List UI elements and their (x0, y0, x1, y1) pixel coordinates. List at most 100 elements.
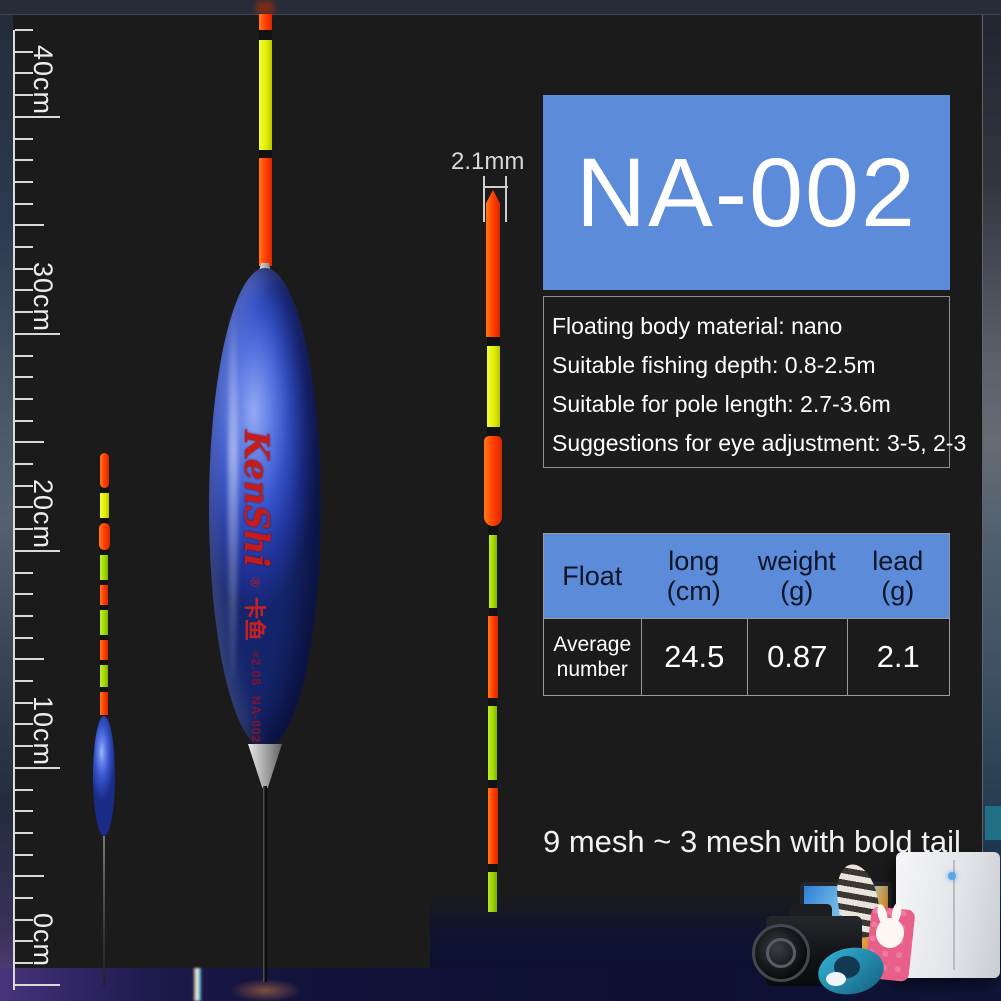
small-float-stem (103, 836, 105, 986)
col-header-weight: weight (g) (747, 534, 847, 618)
ruler-label-30cm: 30cm (27, 262, 58, 332)
col-header-unit: (cm) (667, 576, 721, 606)
tail-detail-segment (486, 190, 500, 337)
product-image-canvas: 40cm 30cm 20cm 10cm 0cm KenSh (0, 0, 1001, 1001)
tail-detail-band (488, 864, 497, 872)
long-value-cell: 24.5 (641, 619, 747, 695)
lead-value-cell: 2.1 (847, 619, 950, 695)
row-label: number (557, 657, 628, 682)
ruler-label-10cm: 10cm (27, 696, 58, 766)
body-model-mark: NA-002 (249, 696, 263, 743)
main-float-tail-band (259, 30, 272, 40)
tail-detail-band (488, 698, 497, 706)
model-title-box: NA-002 (543, 95, 950, 290)
ruler-tick-minor (15, 420, 33, 422)
main-float-tail-segment (259, 40, 272, 150)
body-size-mark: ≈2.08 (249, 651, 263, 686)
small-float-tail-segment (100, 640, 108, 660)
small-float-tail-segment (100, 493, 109, 518)
tail-detail-band (487, 427, 500, 436)
spec-table: Float long (cm) weight (g) lead (g) Aver… (543, 533, 950, 696)
col-header-long: long (cm) (641, 534, 747, 618)
ruler-tick-minor (15, 810, 33, 812)
ruler-tick-minor (15, 181, 33, 183)
small-float-body (93, 716, 115, 836)
ruler-tick-minor (15, 29, 33, 31)
ruler-tick-minor (15, 593, 33, 595)
ruler-tick-medium (15, 875, 44, 877)
row-label-cell: Average number (544, 619, 641, 695)
teal-accent (985, 806, 1001, 840)
small-float-tail-segment (100, 610, 108, 635)
ruler-label-0cm: 0cm (27, 913, 58, 967)
small-float-tail-segment (100, 453, 109, 488)
camera-lens-ring (766, 938, 796, 968)
col-header-unit: (g) (780, 576, 813, 606)
spec-line: Floating body material: nano (552, 307, 949, 346)
table-row: Average number 24.5 0.87 2.1 (544, 618, 949, 695)
tail-detail-segment (487, 346, 500, 427)
col-header-float: Float (544, 534, 641, 618)
tail-detail-segment (488, 616, 498, 698)
mesh-note: 9 mesh ~ 3 mesh with bold tail (543, 824, 959, 860)
ruler-tick-medium (15, 441, 44, 443)
model-title: NA-002 (576, 137, 917, 249)
tail-detail-band (488, 526, 498, 535)
main-float-tail-band (259, 150, 272, 158)
console-power-light (948, 872, 956, 880)
lead-value: 2.1 (877, 639, 920, 675)
ruler-label-40cm: 40cm (27, 45, 58, 115)
brand-logo-text: KenShi (236, 430, 276, 567)
spec-line: Suggestions for eye adjustment: 3-5, 2-3 (552, 424, 949, 463)
col-header-label: Float (562, 561, 622, 591)
tail-detail-band (488, 780, 497, 788)
ruler-tick-minor (15, 398, 33, 400)
ruler-tick-minor (15, 376, 33, 378)
top-band (0, 0, 1001, 15)
ruler-tick-minor (15, 854, 33, 856)
ruler-tick-minor (15, 789, 33, 791)
spec-panel: Floating body material: nano Suitable fi… (543, 296, 950, 468)
tail-detail-segment (488, 706, 497, 780)
ruler-tick-major (15, 550, 60, 552)
small-float-tail-segment (99, 523, 110, 550)
small-float-tail-segment (100, 692, 108, 715)
col-header-label: lead (872, 546, 923, 576)
ruler-tick-major (15, 767, 60, 769)
mouse-toy-cheek (826, 972, 846, 986)
right-photo-sliver (982, 0, 1001, 1001)
spec-line: Suitable fishing depth: 0.8-2.5m (552, 346, 949, 385)
spec-line: Suitable for pole length: 2.7-3.6m (552, 385, 949, 424)
col-header-label: long (668, 546, 719, 576)
ruler-tick-minor (15, 572, 33, 574)
small-float-tail-segment (100, 555, 108, 580)
main-float-tail-segment (259, 158, 272, 266)
col-header-lead: lead (g) (847, 534, 950, 618)
ruler-tick-minor (15, 203, 33, 205)
tail-glow (256, 1, 274, 14)
caliper-right-mark (505, 176, 507, 222)
small-float-tail-segment (100, 585, 108, 605)
tip-diameter-label: 2.1mm (451, 148, 524, 176)
main-float-stem (263, 786, 267, 982)
ruler-tick-minor (15, 832, 33, 834)
spec-table-header: Float long (cm) weight (g) lead (g) (544, 534, 949, 618)
caliper-left-mark (483, 176, 485, 222)
ruler-tick-major (15, 333, 60, 335)
ruler-tick-major (15, 116, 60, 118)
ruler-tick-medium (15, 658, 44, 660)
main-float-bottom-cone (248, 744, 282, 788)
weight-value-cell: 0.87 (747, 619, 847, 695)
long-value: 24.5 (664, 639, 724, 675)
tail-detail-band (489, 608, 497, 616)
ruler-tick-minor (15, 680, 33, 682)
strip-light-streak (193, 968, 202, 1001)
brand-cn-text: 卡鱼 (240, 597, 272, 641)
tail-detail-bold-segment (484, 436, 502, 526)
ruler-tick-minor (15, 463, 33, 465)
ruler-tick-minor (15, 615, 33, 617)
main-float-body-markings: KenShi ® 卡鱼 ≈2.08 NA-002 (236, 430, 276, 743)
tail-detail-segment (488, 872, 497, 912)
ruler-tick-minor (15, 138, 33, 140)
weight-value: 0.87 (767, 639, 827, 675)
